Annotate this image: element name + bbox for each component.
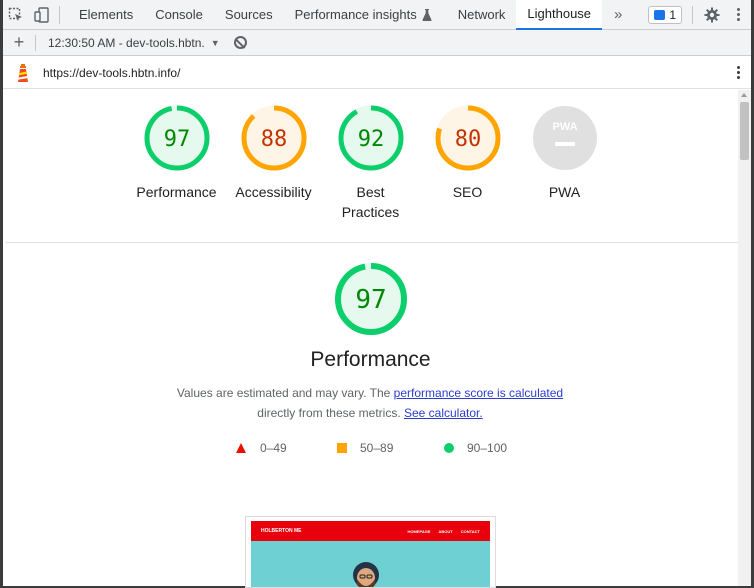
pass-circle-icon (444, 443, 454, 453)
chevron-down-icon: ▼ (210, 37, 220, 48)
report-menu-kebab-icon[interactable] (725, 66, 751, 79)
screenshot-page-preview: HOLBERTON ME HOMEPAGE ABOUT CONTACT (251, 521, 490, 587)
average-square-icon (337, 443, 347, 453)
scrollbar-thumb[interactable] (740, 102, 749, 160)
performance-main-gauge: 97 (335, 263, 407, 335)
gauge-pwa[interactable]: PWA PWA (516, 104, 613, 222)
scrollbar[interactable] (738, 90, 751, 586)
gauge-accessibility-score: 88 (260, 127, 287, 152)
gauge-performance-score: 97 (163, 127, 190, 152)
see-calculator-link[interactable]: See calculator. (404, 406, 483, 420)
settings-gear-icon[interactable] (699, 0, 725, 30)
report-url[interactable]: https://dev-tools.hbtn.info/ (43, 66, 180, 80)
category-gauges: 97 Performance 88 Accessibility 92 Best … (128, 104, 613, 222)
performance-score-calculated-link[interactable]: performance score is calculated (394, 386, 563, 400)
gauge-performance-ring: 97 (144, 105, 209, 171)
more-tabs-chevron-icon[interactable]: » (602, 6, 634, 23)
preview-avatar-illustration (353, 562, 379, 587)
gauge-best-practices-score: 92 (357, 127, 384, 152)
pwa-badge-text: PWA (552, 121, 577, 133)
legend-fail-range: 0–49 (260, 441, 287, 455)
performance-main-score: 97 (355, 285, 386, 315)
lighthouse-toolbar: + 12:30:50 AM - dev-tools.hbtn. ▼ (3, 30, 751, 56)
device-toolbar-icon[interactable] (29, 0, 55, 30)
report-selector-label: 12:30:50 AM - dev-tools.hbtn. (48, 35, 205, 50)
preview-nav-link: CONTACT (460, 528, 480, 534)
gauge-seo-ring: 80 (435, 105, 500, 171)
experiment-flask-icon (422, 8, 432, 21)
legend-fail: 0–49 (236, 441, 287, 455)
scroll-up-arrow-icon[interactable] (741, 93, 747, 97)
tab-performance-insights-label: Performance insights (294, 7, 417, 22)
pwa-badge-icon: PWA (532, 106, 597, 170)
tab-elements[interactable]: Elements (68, 0, 144, 30)
legend-average-range: 50–89 (360, 441, 394, 455)
fail-triangle-icon (236, 443, 246, 453)
report-url-bar: https://dev-tools.hbtn.info/ (3, 57, 751, 89)
performance-desc-text-2: directly from these metrics. (257, 406, 404, 420)
report-selector[interactable]: 12:30:50 AM - dev-tools.hbtn. ▼ (48, 36, 220, 50)
legend-average: 50–89 (337, 441, 393, 455)
issues-counter-button[interactable]: 1 (648, 5, 683, 24)
gauge-pwa-label: PWA (548, 184, 581, 200)
clear-reports-icon[interactable] (233, 36, 247, 49)
performance-section-title: Performance (310, 348, 431, 371)
gauge-best-practices[interactable]: 92 Best Practices (322, 104, 419, 222)
devtools-tab-bar: Elements Console Sources Performance ins… (3, 0, 751, 30)
gauge-accessibility[interactable]: 88 Accessibility (225, 104, 322, 222)
gauge-performance[interactable]: 97 Performance (128, 104, 225, 222)
preview-nav-link: HOMEPAGE (407, 528, 431, 534)
performance-desc-text-1: Values are estimated and may vary. The (176, 386, 394, 400)
issues-count: 1 (669, 7, 677, 22)
tab-lighthouse[interactable]: Lighthouse (516, 0, 603, 30)
gauge-seo-score: 80 (454, 127, 481, 152)
gauge-best-practices-ring: 92 (338, 105, 403, 171)
gauge-accessibility-label: Accessibility (235, 184, 312, 200)
preview-site-header: HOLBERTON ME HOMEPAGE ABOUT CONTACT (251, 521, 490, 541)
inspect-element-icon[interactable] (3, 0, 29, 30)
legend-pass-range: 90–100 (467, 441, 508, 455)
preview-nav-link: ABOUT (438, 528, 453, 534)
gauge-seo-label: SEO (452, 184, 483, 200)
devtools-menu-kebab-icon[interactable] (725, 0, 751, 30)
tab-network[interactable]: Network (447, 0, 517, 30)
final-screenshot-thumbnail[interactable]: HOLBERTON ME HOMEPAGE ABOUT CONTACT (245, 516, 496, 588)
toolbar-separator (35, 34, 36, 51)
toolbar-separator (59, 5, 60, 24)
gauge-accessibility-ring: 88 (241, 105, 306, 171)
tab-sources[interactable]: Sources (214, 0, 284, 30)
section-divider (6, 242, 738, 243)
gauge-best-practices-label: Best Practices (341, 184, 400, 220)
tab-console[interactable]: Console (144, 0, 214, 30)
new-report-plus-icon[interactable]: + (3, 32, 35, 53)
tab-performance-insights[interactable]: Performance insights (284, 0, 443, 30)
issues-message-icon (654, 9, 666, 20)
legend-pass: 90–100 (444, 441, 507, 455)
gauge-performance-label: Performance (136, 184, 217, 200)
lighthouse-logo-icon (3, 63, 43, 82)
gauge-seo[interactable]: 80 SEO (419, 104, 516, 222)
performance-description: Values are estimated and may vary. The p… (170, 383, 570, 423)
preview-site-name: HOLBERTON ME (261, 528, 302, 534)
toolbar-separator (692, 5, 693, 24)
